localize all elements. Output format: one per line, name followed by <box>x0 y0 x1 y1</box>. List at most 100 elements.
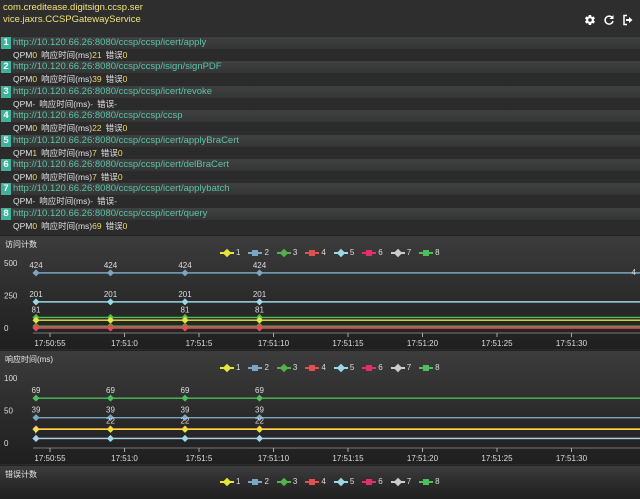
legend-label: 8 <box>435 477 440 486</box>
legend-label: 5 <box>349 477 355 486</box>
endpoint-item[interactable]: 6 http://10.120.66.26:8080/ccsp/ccsp/ice… <box>0 158 640 183</box>
legend-label: 4 <box>321 477 326 486</box>
x-tick-label: 17:51:0 <box>111 454 138 463</box>
endpoint-url[interactable]: http://10.120.66.26:8080/ccsp/ccsp/icert… <box>13 183 230 195</box>
service-name-line2: vice.jaxrs.CCSPGatewayService <box>3 14 141 25</box>
y-tick-label: 500 <box>4 259 18 268</box>
data-point <box>255 434 264 442</box>
service-name-line1: com.creditease.digitsign.ccsp.ser <box>3 2 143 13</box>
endpoint-url[interactable]: http://10.120.66.26:8080/ccsp/ccsp/icert… <box>13 159 229 171</box>
data-label: 39 <box>181 406 190 415</box>
endpoint-stats: QPM0 响应时间(ms)7 错误0 <box>13 171 123 182</box>
legend-marker <box>220 477 234 486</box>
gear-icon[interactable] <box>584 14 596 26</box>
data-point <box>255 269 264 277</box>
data-label: 424 <box>253 261 267 270</box>
data-label: 69 <box>106 386 115 395</box>
endpoint-url[interactable]: http://10.120.66.26:8080/ccsp/ccsp/icert… <box>13 208 207 220</box>
x-tick-label: 17:50:55 <box>34 454 66 463</box>
x-tick-label: 17:51:25 <box>481 339 513 348</box>
data-point <box>181 425 189 433</box>
endpoint-url[interactable]: http://10.120.66.26:8080/ccsp/ccsp/ccsp <box>13 110 183 122</box>
data-point <box>255 298 264 306</box>
legend-label: 3 <box>292 477 298 486</box>
endpoint-index: 1 <box>1 37 11 49</box>
legend-label: 1 <box>236 477 241 486</box>
x-tick-label: 17:51:30 <box>556 454 588 463</box>
data-point <box>32 414 40 422</box>
endpoint-item[interactable]: 7 http://10.120.66.26:8080/ccsp/ccsp/ice… <box>0 183 640 207</box>
data-point <box>106 425 115 433</box>
data-label: 69 <box>32 386 41 395</box>
y-tick-label: 0 <box>4 439 9 448</box>
legend-marker <box>276 477 291 486</box>
data-label: 81 <box>181 305 190 314</box>
y-tick-label: 100 <box>4 374 18 383</box>
panel-title: 错误计数 <box>5 470 37 479</box>
endpoint-url[interactable]: http://10.120.66.26:8080/ccsp/ccsp/icert… <box>13 37 206 49</box>
data-label: 201 <box>178 290 192 299</box>
data-label: 39 <box>106 406 115 415</box>
data-label: 39 <box>32 406 41 415</box>
data-point <box>181 434 189 442</box>
data-point <box>181 298 189 306</box>
endpoint-list: 1 http://10.120.66.26:8080/ccsp/ccsp/ice… <box>0 37 640 232</box>
endpoint-stats: QPM0 响应时间(ms)39 错误0 <box>13 74 128 85</box>
endpoint-item[interactable]: 3 http://10.120.66.26:8080/ccsp/ccsp/ice… <box>0 85 640 110</box>
logout-icon[interactable] <box>622 14 634 26</box>
endpoint-stats: QPM0 响应时间(ms)22 错误0 <box>13 123 128 134</box>
y-tick-label: 250 <box>4 292 18 301</box>
data-point <box>32 269 40 277</box>
endpoint-url[interactable]: http://10.120.66.26:8080/ccsp/ccsp/icert… <box>13 86 212 98</box>
data-label: 4 <box>632 268 637 277</box>
access-count-panel: 访问计数 12345678 0 250 500 17:50:55 17:51:0 17:5… <box>0 235 640 349</box>
endpoint-item[interactable]: 5 http://10.120.66.26:8080/ccsp/ccsp/ice… <box>0 134 640 159</box>
data-label: 22 <box>255 417 264 426</box>
endpoint-item[interactable]: 4 http://10.120.66.26:8080/ccsp/ccsp/ccs… <box>0 110 640 134</box>
legend-marker <box>362 478 377 486</box>
legend-item-4[interactable]: 4 <box>305 477 326 486</box>
endpoint-index: 2 <box>1 61 11 74</box>
data-point <box>181 269 189 277</box>
error-count-panel: 错误计数 1 2 3 4 5 6 7 8 <box>0 465 640 499</box>
x-tick-label: 17:51:20 <box>407 454 439 463</box>
endpoint-index: 4 <box>1 110 11 123</box>
legend-item-3[interactable]: 3 <box>276 477 298 486</box>
legend-item-7[interactable]: 7 <box>390 477 411 486</box>
response-time-chart: 0 50 100 17:50:55 17:51:0 17:51:5 17:51:10 17:5… <box>4 374 640 463</box>
data-label: 201 <box>253 290 267 299</box>
legend-item-6[interactable]: 6 <box>362 477 383 486</box>
endpoint-stats: QPM0 响应时间(ms)69 错误0 <box>13 220 128 231</box>
x-tick-label: 17:51:20 <box>407 339 439 348</box>
service-header: com.creditease.digitsign.ccsp.ser vice.j… <box>0 0 640 36</box>
chart-legend: 1 2 3 4 5 6 7 8 <box>220 477 440 486</box>
data-label: 81 <box>255 305 264 314</box>
data-label: 424 <box>29 261 43 270</box>
refresh-icon[interactable] <box>603 14 615 26</box>
data-point <box>32 394 40 402</box>
data-label: 39 <box>255 406 264 415</box>
endpoint-stats: QPM1 响应时间(ms)7 错误0 <box>13 147 123 158</box>
endpoint-item[interactable]: 1 http://10.120.66.26:8080/ccsp/ccsp/ice… <box>0 37 640 61</box>
endpoint-url[interactable]: http://10.120.66.26:8080/ccsp/ccsp/isign… <box>13 61 222 73</box>
x-tick-label: 17:51:25 <box>481 454 513 463</box>
legend-marker <box>390 477 405 486</box>
header-toolbar <box>584 14 634 26</box>
endpoint-item[interactable]: 2 http://10.120.66.26:8080/ccsp/ccsp/isi… <box>0 61 640 85</box>
data-point <box>106 434 115 442</box>
endpoint-stats: QPM- 响应时间(ms)- 错误- <box>13 98 117 109</box>
endpoint-url[interactable]: http://10.120.66.26:8080/ccsp/ccsp/icert… <box>13 135 239 147</box>
x-tick-label: 17:50:55 <box>34 339 66 348</box>
data-label: 69 <box>255 386 264 395</box>
data-label: 81 <box>32 305 41 314</box>
legend-item-8[interactable]: 8 <box>419 477 440 486</box>
data-label: 22 <box>181 417 190 426</box>
legend-item-1[interactable]: 1 <box>220 477 240 486</box>
endpoint-item[interactable]: 8 http://10.120.66.26:8080/ccsp/ccsp/ice… <box>0 207 640 232</box>
legend-item-2[interactable]: 2 <box>248 477 269 486</box>
legend-marker <box>333 477 348 486</box>
x-tick-label: 17:51:15 <box>332 339 364 348</box>
legend-marker <box>305 478 320 486</box>
data-point <box>106 269 115 277</box>
legend-item-5[interactable]: 5 <box>333 477 355 486</box>
